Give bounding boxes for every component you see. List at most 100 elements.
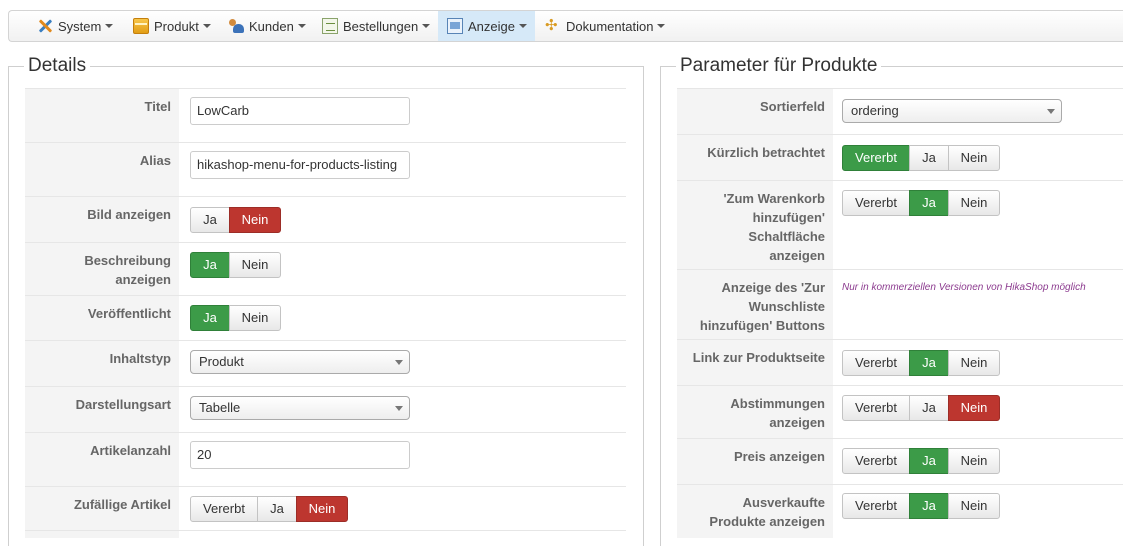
row-preis: Preis anzeigen Vererbt Ja Nein [677, 438, 1123, 484]
preis-nein-button[interactable]: Nein [948, 448, 1000, 474]
menu-kunden[interactable]: Kunden [228, 11, 306, 41]
abstimmungen-toggle: Vererbt Ja Nein [842, 395, 1000, 421]
produktseite-vererbt-button[interactable]: Vererbt [842, 350, 910, 376]
darstellungsart-label: Darstellungsart [25, 387, 179, 432]
titel-input[interactable]: LowCarb [190, 97, 410, 125]
abstimmungen-control: Vererbt Ja Nein [833, 386, 1123, 438]
veroeffentlicht-label: Veröffentlicht [25, 296, 179, 340]
ausverkauft-nein-button[interactable]: Nein [948, 493, 1000, 519]
kuerzlich-vererbt-button[interactable]: Vererbt [842, 145, 910, 171]
warenkorb-control: Vererbt Ja Nein [833, 181, 1123, 269]
chevron-down-icon [297, 24, 306, 28]
beschreibung-nein-button[interactable]: Nein [229, 252, 281, 278]
bild-toggle: Ja Nein [190, 207, 281, 233]
next-row-label-stub [25, 531, 179, 538]
parameter-legend: Parameter für Produkte [676, 54, 882, 78]
display-icon [447, 18, 463, 34]
alias-input[interactable]: hikashop-menu-for-products-listing [190, 151, 410, 179]
inhaltstyp-label: Inhaltstyp [25, 341, 179, 386]
zufaellig-ja-button[interactable]: Ja [257, 496, 297, 522]
wunschliste-control: Nur in kommerziellen Versionen von HikaS… [833, 270, 1123, 339]
row-bild-anzeigen: Bild anzeigen Ja Nein [25, 196, 626, 242]
veroeffentlicht-ja-button[interactable]: Ja [190, 305, 230, 331]
zufaellig-label: Zufällige Artikel [25, 487, 179, 530]
menu-produkt-label: Produkt [154, 18, 199, 34]
menu-produkt[interactable]: Produkt [133, 11, 211, 41]
preis-ja-button[interactable]: Ja [909, 448, 949, 474]
produktseite-toggle: Vererbt Ja Nein [842, 350, 1000, 376]
sortierfeld-value: ordering [851, 103, 899, 118]
row-zufaellige-artikel: Zufällige Artikel Vererbt Ja Nein [25, 486, 626, 530]
titel-control: LowCarb [179, 89, 626, 142]
row-inhaltstyp: Inhaltstyp Produkt [25, 340, 626, 386]
product-box-icon [133, 18, 149, 34]
kuerzlich-control: Vererbt Ja Nein [833, 135, 1123, 180]
preis-vererbt-button[interactable]: Vererbt [842, 448, 910, 474]
row-sortierfeld: Sortierfeld ordering [677, 88, 1123, 134]
produktseite-nein-button[interactable]: Nein [948, 350, 1000, 376]
details-legend: Details [24, 54, 91, 78]
veroeffentlicht-toggle: Ja Nein [190, 305, 281, 331]
kuerzlich-ja-button[interactable]: Ja [909, 145, 949, 171]
preis-toggle: Vererbt Ja Nein [842, 448, 1000, 474]
beschreibung-label: Beschreibung anzeigen [25, 243, 179, 295]
abstimmungen-vererbt-button[interactable]: Vererbt [842, 395, 910, 421]
ausverkauft-label: Ausverkaufte Produkte anzeigen [677, 485, 833, 538]
chevron-down-icon [202, 24, 211, 28]
warenkorb-nein-button[interactable]: Nein [948, 190, 1000, 216]
zufaellig-nein-button[interactable]: Nein [296, 496, 348, 522]
row-warenkorb-button: 'Zum Warenkorb hinzufügen' Schaltfläche … [677, 180, 1123, 269]
warenkorb-ja-button[interactable]: Ja [909, 190, 949, 216]
sortierfeld-control: ordering [833, 89, 1123, 134]
preis-label: Preis anzeigen [677, 439, 833, 484]
menu-dokumentation[interactable]: Dokumentation [545, 11, 666, 41]
wunschliste-note: Nur in kommerziellen Versionen von HikaS… [842, 282, 1086, 293]
chevron-down-icon [395, 360, 403, 365]
row-next-partial [25, 530, 626, 538]
zufaellig-control: Vererbt Ja Nein [179, 487, 626, 530]
menu-bestellungen[interactable]: Bestellungen [322, 11, 431, 41]
zufaellig-vererbt-button[interactable]: Vererbt [190, 496, 258, 522]
sortierfeld-select[interactable]: ordering [842, 99, 1062, 123]
row-ausverkauft: Ausverkaufte Produkte anzeigen Vererbt J… [677, 484, 1123, 538]
ausverkauft-ja-button[interactable]: Ja [909, 493, 949, 519]
veroeffentlicht-control: Ja Nein [179, 296, 626, 340]
darstellungsart-select[interactable]: Tabelle [190, 396, 410, 420]
chevron-down-icon [657, 24, 666, 28]
row-artikelanzahl: Artikelanzahl 20 [25, 432, 626, 486]
artikelanzahl-label: Artikelanzahl [25, 433, 179, 486]
row-kuerzlich-betrachtet: Kürzlich betrachtet Vererbt Ja Nein [677, 134, 1123, 180]
main-menu-bar: System Produkt Kunden Bestellungen Anzei… [8, 10, 1123, 42]
menu-system-label: System [58, 18, 102, 34]
beschreibung-control: Ja Nein [179, 243, 626, 295]
menu-anzeige-label: Anzeige [468, 18, 515, 34]
menu-bestellungen-label: Bestellungen [343, 18, 419, 34]
bild-nein-button[interactable]: Nein [229, 207, 281, 233]
artikelanzahl-input[interactable]: 20 [190, 441, 410, 469]
warenkorb-vererbt-button[interactable]: Vererbt [842, 190, 910, 216]
row-titel: Titel LowCarb [25, 88, 626, 142]
abstimmungen-nein-button[interactable]: Nein [948, 395, 1000, 421]
kuerzlich-nein-button[interactable]: Nein [948, 145, 1000, 171]
row-darstellungsart: Darstellungsart Tabelle [25, 386, 626, 432]
produktseite-ja-button[interactable]: Ja [909, 350, 949, 376]
ausverkauft-vererbt-button[interactable]: Vererbt [842, 493, 910, 519]
beschreibung-ja-button[interactable]: Ja [190, 252, 230, 278]
inhaltstyp-value: Produkt [199, 354, 244, 369]
row-beschreibung: Beschreibung anzeigen Ja Nein [25, 242, 626, 295]
menu-kunden-label: Kunden [249, 18, 294, 34]
chevron-down-icon [105, 24, 114, 28]
alias-control: hikashop-menu-for-products-listing [179, 143, 626, 196]
sortierfeld-label: Sortierfeld [677, 89, 833, 134]
menu-anzeige[interactable]: Anzeige [438, 11, 535, 41]
abstimmungen-ja-button[interactable]: Ja [909, 395, 949, 421]
ausverkauft-toggle: Vererbt Ja Nein [842, 493, 1000, 519]
produktseite-control: Vererbt Ja Nein [833, 340, 1123, 385]
menu-system[interactable]: System [37, 11, 114, 41]
row-alias: Alias hikashop-menu-for-products-listing [25, 142, 626, 196]
bild-ja-button[interactable]: Ja [190, 207, 230, 233]
inhaltstyp-select[interactable]: Produkt [190, 350, 410, 374]
veroeffentlicht-nein-button[interactable]: Nein [229, 305, 281, 331]
menu-dokumentation-label: Dokumentation [566, 18, 654, 34]
preis-control: Vererbt Ja Nein [833, 439, 1123, 484]
